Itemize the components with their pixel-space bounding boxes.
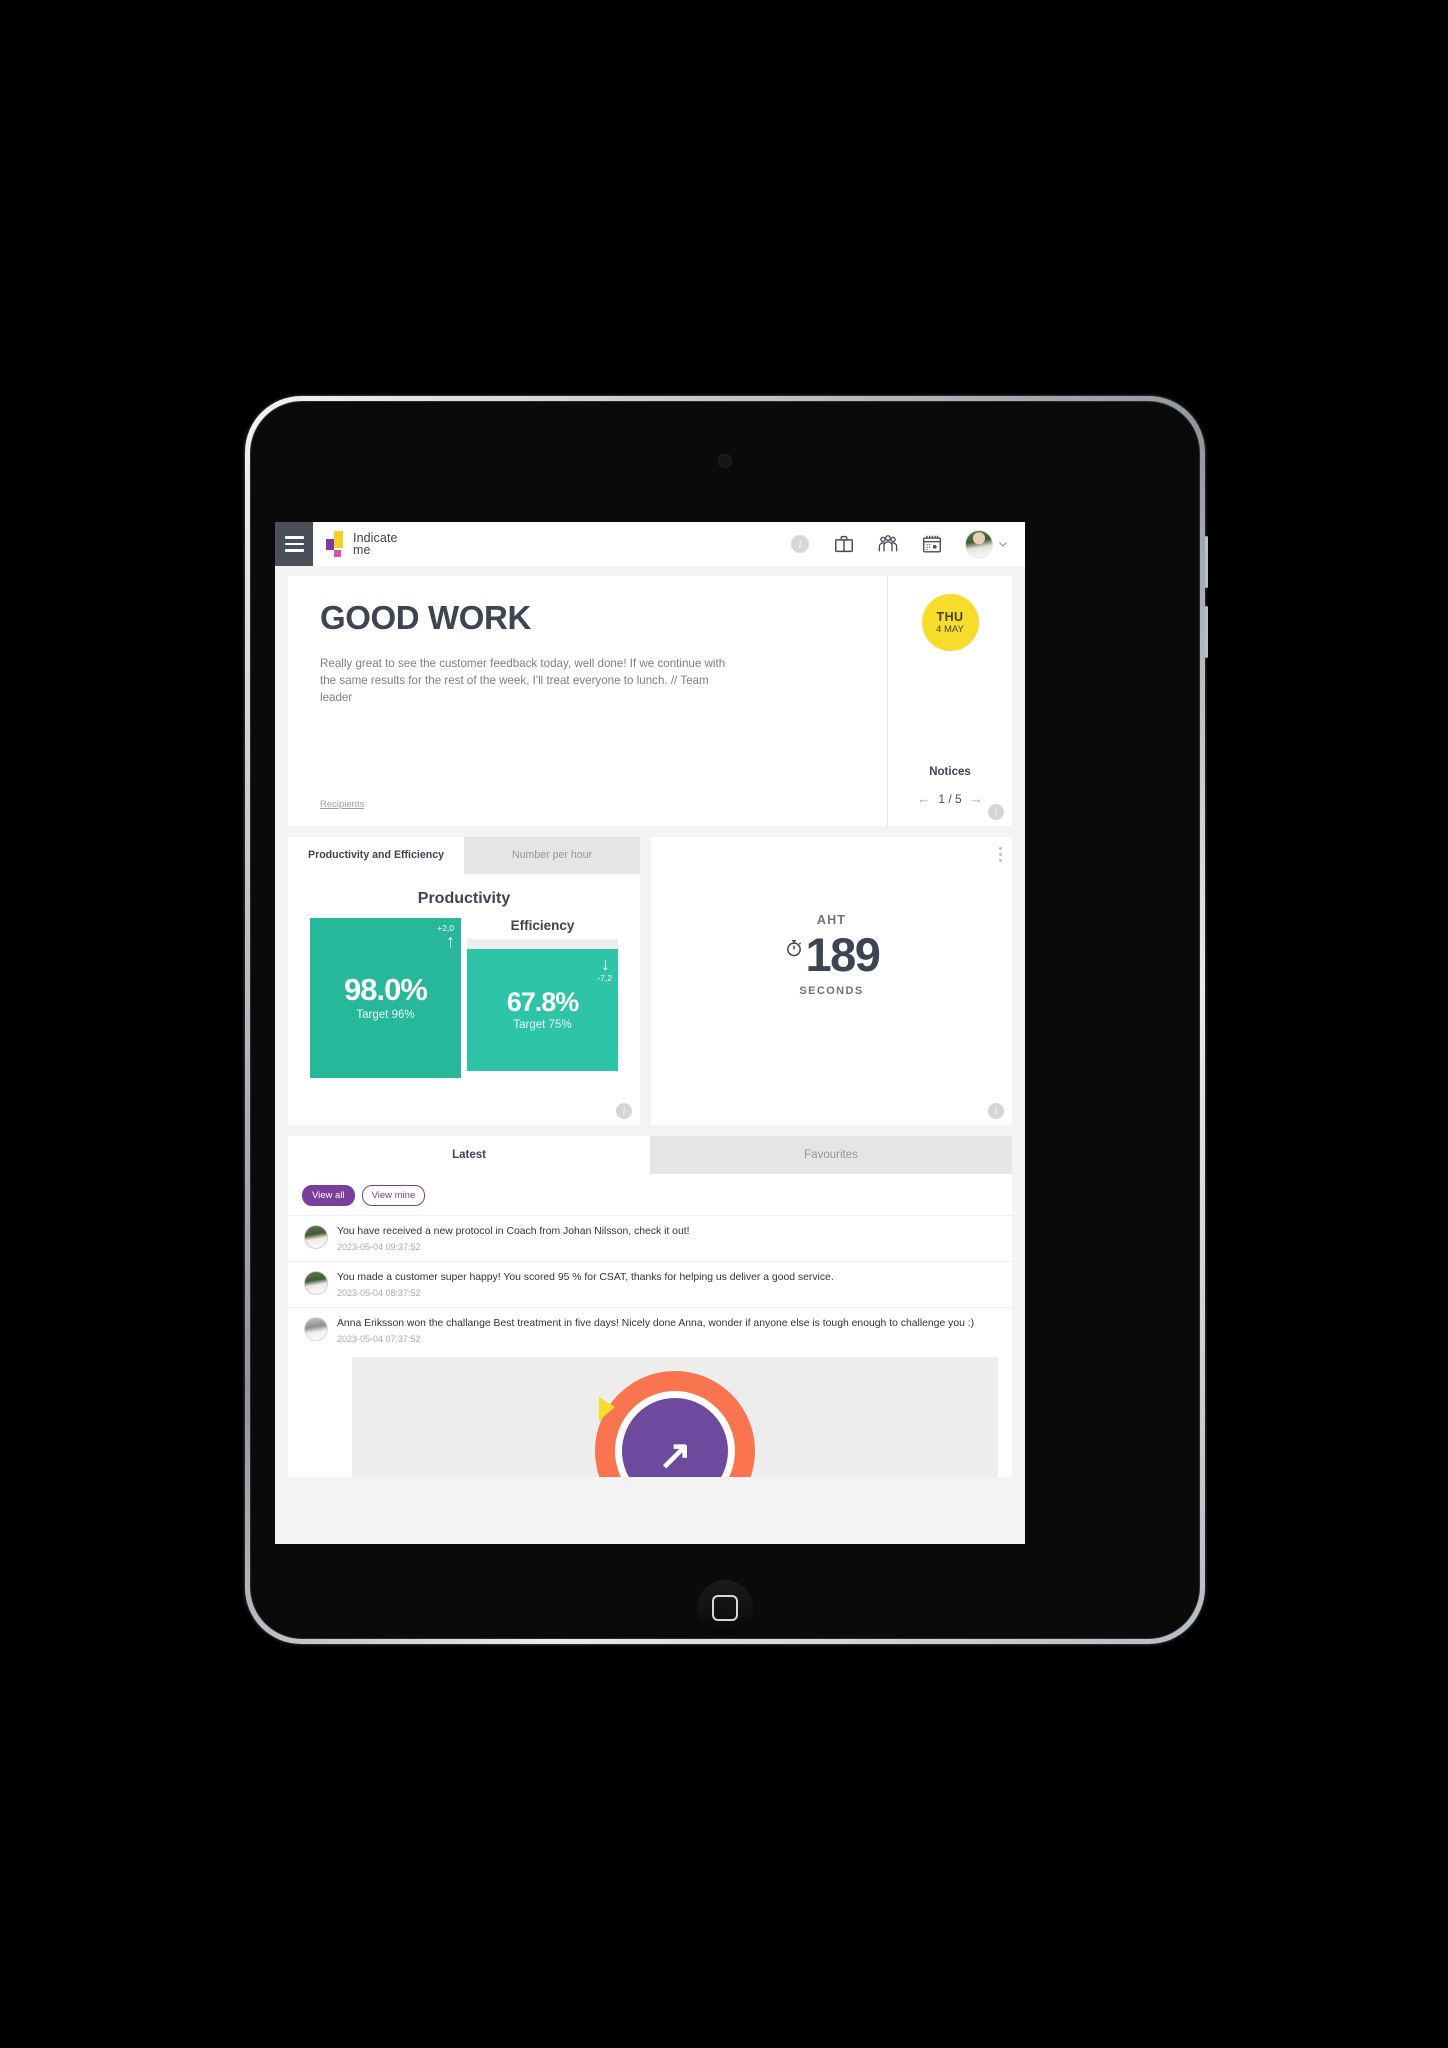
kpi-boxes: +2,0 ↑ 98.0% Target 96% Efficiency ↓ -7,… [288, 918, 640, 1078]
avatar [304, 1225, 328, 1249]
productivity-metric[interactable]: +2,0 ↑ 98.0% Target 96% [310, 918, 461, 1078]
avatar [304, 1271, 328, 1295]
feed-filters: View all View mine [288, 1174, 1012, 1215]
kpi-info-badge[interactable]: i [616, 1103, 632, 1119]
tab-latest[interactable]: Latest [288, 1136, 650, 1174]
indicate-me-app: Indicate me i GOOD WORK Really great to … [275, 522, 1025, 1544]
feed-item-message: You made a customer super happy! You sco… [337, 1272, 834, 1283]
logo-text: Indicate me [353, 532, 398, 557]
feed-tabs: Latest Favourites [288, 1136, 1012, 1174]
app-viewport: Indicate me i GOOD WORK Really great to … [275, 522, 1025, 1544]
filter-view-all[interactable]: View all [302, 1185, 355, 1206]
efficiency-box: ↓ -7,2 67.8% Target 75% [467, 949, 618, 1071]
notice-body: GOOD WORK Really great to see the custom… [288, 576, 887, 826]
kpi-row: Productivity and Efficiency Number per h… [288, 837, 1012, 1125]
notice-message: Really great to see the customer feedbac… [320, 657, 726, 704]
briefcase-icon[interactable] [833, 533, 855, 555]
aht-label: AHT [816, 913, 847, 927]
home-button-glyph [712, 1595, 738, 1621]
filter-view-mine[interactable]: View mine [361, 1185, 426, 1206]
front-camera [718, 454, 732, 468]
aht-card: AHT 189 SECONDS i [651, 837, 1012, 1125]
efficiency-delta: -7,2 [597, 973, 612, 983]
efficiency-value: 67.8% [506, 987, 580, 1017]
productivity-target: Target 96% [356, 1009, 415, 1021]
day-badge-date: 4 MAY [936, 623, 964, 635]
aht-unit: SECONDS [799, 985, 864, 997]
feed-item-timestamp: 2023-05-04 09:37:52 [337, 1242, 421, 1252]
account-menu[interactable] [965, 530, 1009, 558]
next-notice-button[interactable]: → [970, 791, 983, 806]
efficiency-cap [467, 939, 618, 949]
notices-pagination: ← 1 / 5 → [917, 791, 982, 806]
app-logo[interactable]: Indicate me [326, 531, 398, 557]
productivity-value: 98.0% [344, 972, 428, 1007]
logo-line-2: me [353, 543, 371, 557]
list-item[interactable]: You made a customer super happy! You sco… [288, 1261, 1012, 1307]
stopwatch-icon [786, 939, 801, 957]
productivity-efficiency-card: Productivity and Efficiency Number per h… [288, 837, 640, 1125]
feed-card: Latest Favourites View all View mine You… [288, 1136, 1012, 1477]
notice-side-panel: THU 4 MAY Notices ← 1 / 5 → [887, 576, 1012, 826]
notice-info-badge[interactable]: i [988, 804, 1004, 820]
screenshot-root: Indicate me i GOOD WORK Really great to … [0, 0, 1448, 2048]
notice-page-indicator: 1 / 5 [938, 791, 962, 806]
header-actions: i [789, 530, 1025, 558]
feed-item-message: You have received a new protocol in Coac… [337, 1226, 690, 1237]
medal-icon: ↗ [595, 1371, 755, 1477]
list-item[interactable]: You have received a new protocol in Coac… [288, 1215, 1012, 1261]
menu-icon[interactable] [275, 522, 313, 566]
aht-value-row: 189 [651, 931, 1012, 979]
avatar [304, 1317, 328, 1341]
list-item[interactable]: Anna Eriksson won the challange Best tre… [288, 1307, 1012, 1353]
logo-mark-icon [326, 531, 348, 557]
arrow-up-icon: ↑ [446, 931, 455, 951]
notice-card: GOOD WORK Really great to see the custom… [288, 576, 1012, 826]
info-icon[interactable]: i [789, 533, 811, 555]
tab-productivity-efficiency[interactable]: Productivity and Efficiency [288, 837, 464, 874]
avatar [965, 530, 993, 558]
tab-favourites[interactable]: Favourites [650, 1136, 1012, 1174]
kpi-tabs: Productivity and Efficiency Number per h… [288, 837, 640, 874]
feed-item-body: You made a customer super happy! You sco… [337, 1271, 998, 1298]
tablet-screen-bezel: Indicate me i GOOD WORK Really great to … [250, 401, 1200, 1639]
challenge-medal-image: ↗ [352, 1357, 998, 1477]
recipients-link[interactable]: Recipients [320, 799, 364, 810]
people-group-icon[interactable] [877, 533, 899, 555]
feed-item-timestamp: 2023-05-04 08:37:52 [337, 1288, 421, 1298]
productivity-title: Productivity [417, 890, 511, 907]
productivity-box: +2,0 ↑ 98.0% Target 96% [310, 918, 461, 1078]
page-title: GOOD WORK [320, 599, 531, 636]
efficiency-title: Efficiency [510, 918, 575, 933]
home-button[interactable] [697, 1580, 753, 1636]
day-badge: THU 4 MAY [921, 594, 979, 651]
feed-item-body: You have received a new protocol in Coac… [337, 1225, 998, 1252]
arrow-down-icon: ↓ [601, 954, 610, 974]
feed-item-body: Anna Eriksson won the challange Best tre… [337, 1317, 998, 1344]
feed-item-timestamp: 2023-05-04 07:37:52 [337, 1334, 421, 1344]
volume-down-button[interactable] [1205, 606, 1208, 658]
feed-item-message: Anna Eriksson won the challange Best tre… [337, 1318, 975, 1329]
aht-content: AHT 189 SECONDS [651, 913, 1012, 997]
notices-label: Notices [929, 766, 971, 778]
tab-number-per-hour[interactable]: Number per hour [464, 837, 640, 874]
aht-value: 189 [805, 928, 881, 981]
day-badge-weekday: THU [936, 609, 964, 624]
kebab-menu-icon[interactable] [999, 847, 1002, 862]
tablet-device: Indicate me i GOOD WORK Really great to … [245, 396, 1208, 1644]
app-header: Indicate me i [275, 522, 1025, 566]
efficiency-target: Target 75% [513, 1019, 572, 1031]
aht-info-badge[interactable]: i [988, 1103, 1004, 1119]
calendar-icon[interactable] [921, 533, 943, 555]
chevron-down-icon [999, 542, 1007, 547]
prev-notice-button[interactable]: ← [917, 791, 930, 806]
volume-up-button[interactable] [1205, 536, 1208, 588]
efficiency-metric[interactable]: Efficiency ↓ -7,2 67.8% Target 75% [467, 918, 618, 1071]
app-content: GOOD WORK Really great to see the custom… [275, 566, 1025, 1477]
